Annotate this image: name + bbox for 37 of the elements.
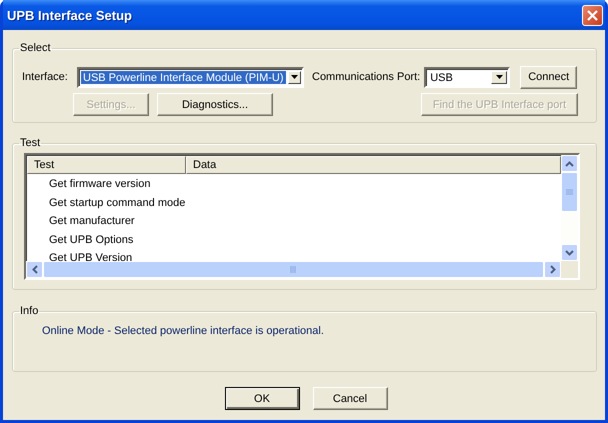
ok-button[interactable]: OK <box>224 387 300 410</box>
list-item[interactable]: Get firmware version <box>27 175 561 194</box>
column-header[interactable]: Test <box>27 156 186 174</box>
interface-dropdown[interactable]: USB Powerline Interface Module (PIM-U) <box>77 66 304 88</box>
close-button[interactable] <box>582 4 603 26</box>
scroll-up-button[interactable] <box>561 155 578 172</box>
vertical-scrollbar[interactable] <box>561 155 578 261</box>
status-message: Online Mode - Selected powerline interface is operational. <box>41 324 324 337</box>
grip-icon <box>290 266 297 273</box>
dropdown-button[interactable] <box>491 70 508 84</box>
caret-icon <box>496 75 503 79</box>
dropdown-button[interactable] <box>288 70 301 84</box>
list-item[interactable]: Get UPB Version <box>27 249 561 261</box>
combo-value: USB Powerline Interface Module (PIM-U) <box>81 70 286 84</box>
close-icon <box>587 10 598 20</box>
grip-icon <box>566 188 573 196</box>
window-title: UPB Interface Setup <box>7 8 132 22</box>
list-item[interactable]: Get startup command mode <box>27 194 561 212</box>
group-title: Info <box>19 305 40 317</box>
combo-value: USB <box>429 70 454 84</box>
diagnostics-button[interactable]: Diagnostics... <box>157 93 273 116</box>
scroll-thumb[interactable] <box>561 172 578 212</box>
port-label: Communications Port: <box>312 71 420 83</box>
port-dropdown[interactable]: USB <box>424 66 510 88</box>
scrollbar-corner <box>561 261 578 278</box>
scroll-left-button[interactable] <box>26 261 43 278</box>
list-item[interactable]: Get UPB Options <box>27 230 561 249</box>
scroll-right-button[interactable] <box>544 261 561 278</box>
scroll-down-button[interactable] <box>561 244 578 261</box>
caret-icon <box>290 75 298 79</box>
group-title: Select <box>19 42 52 54</box>
list-item[interactable]: Get manufacturer <box>27 212 561 230</box>
cancel-button[interactable]: Cancel <box>312 387 388 410</box>
group-title: Test <box>19 137 42 149</box>
interface-label: Interface: <box>22 71 69 83</box>
connect-button[interactable]: Connect <box>520 66 578 88</box>
column-header[interactable]: Data <box>186 156 561 174</box>
